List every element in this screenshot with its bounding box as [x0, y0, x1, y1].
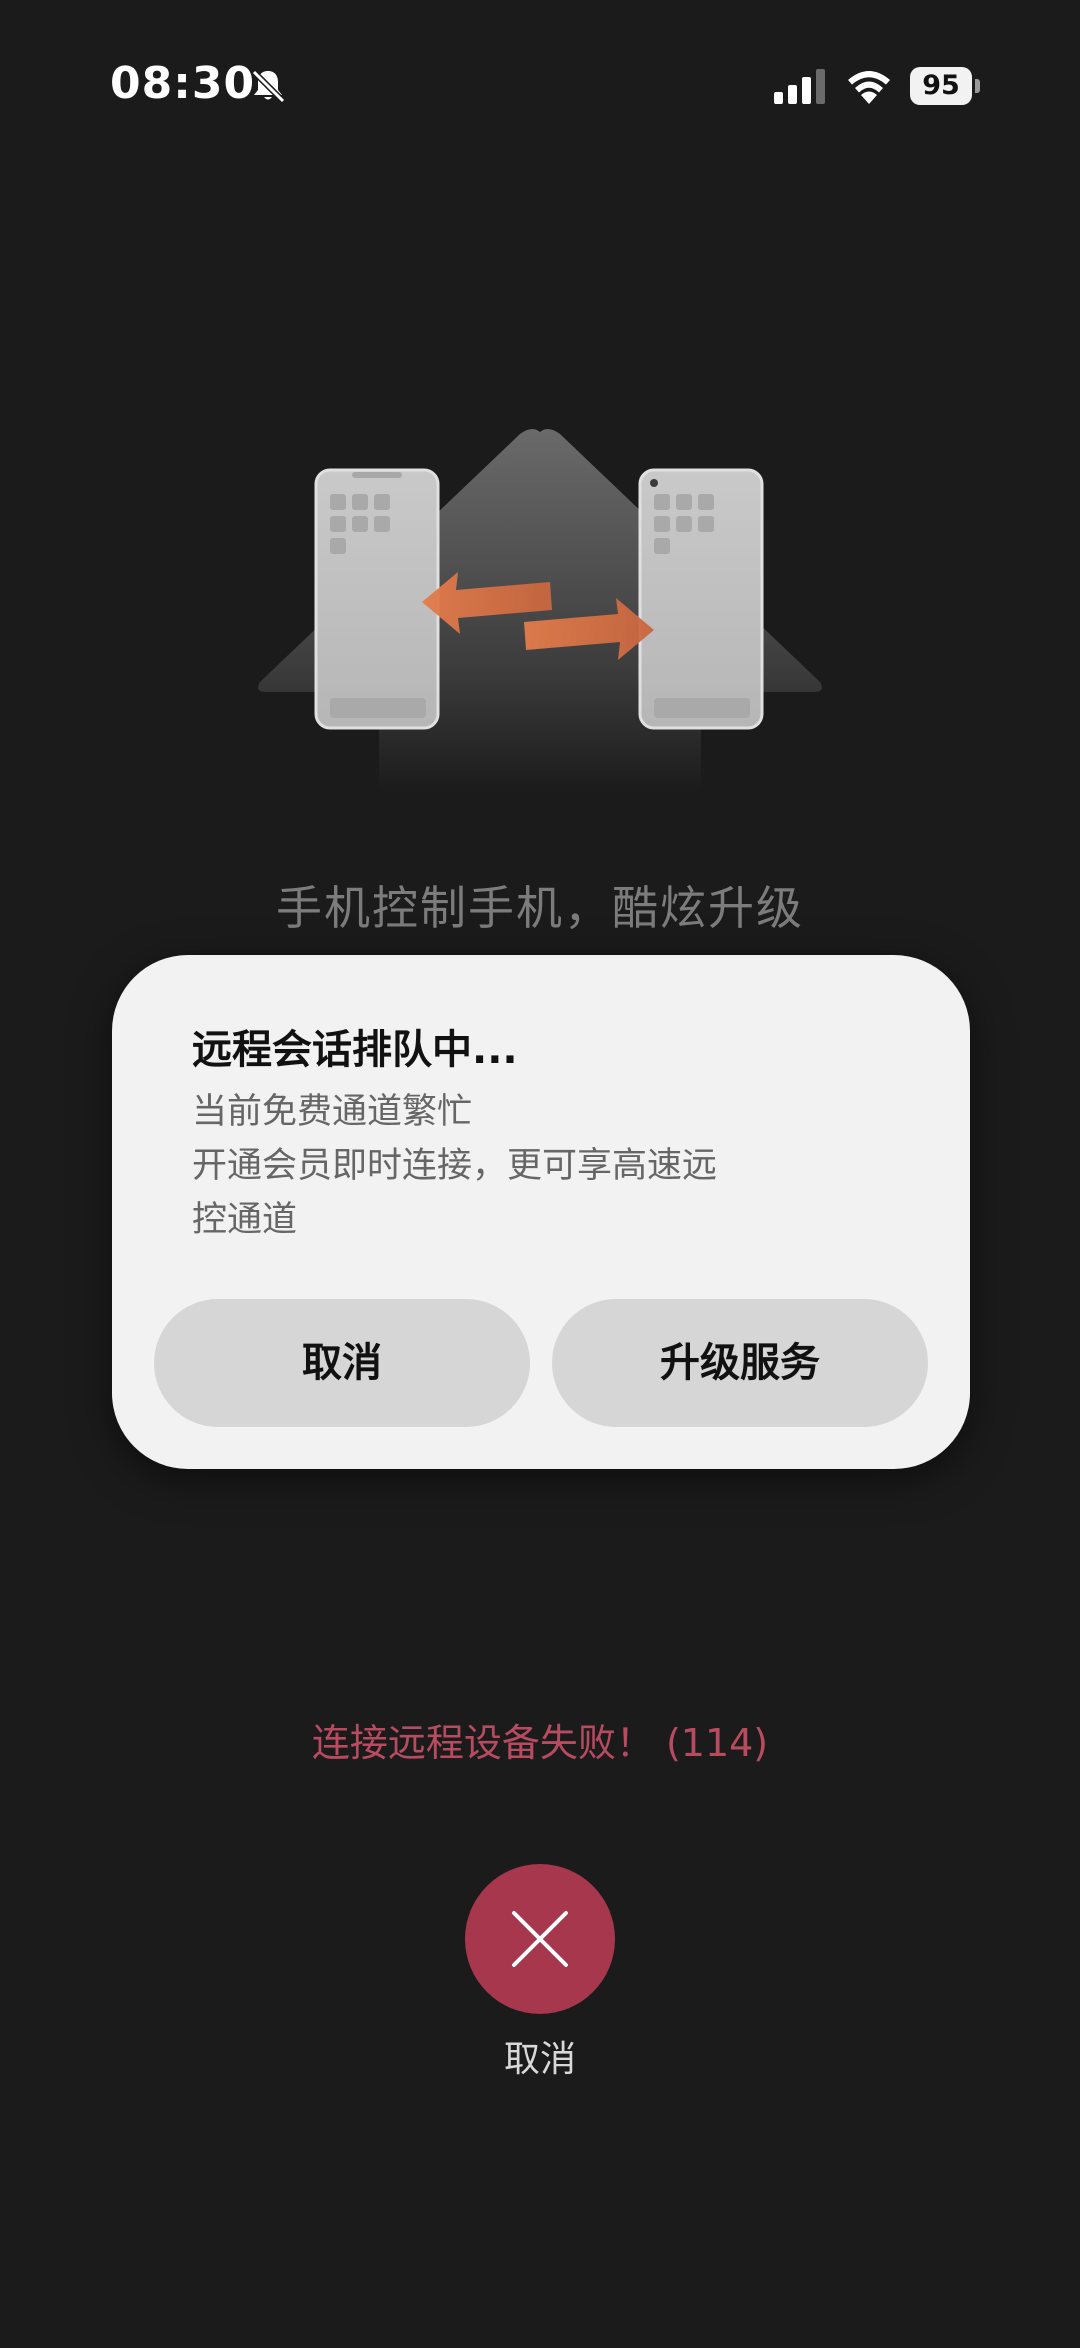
- remote-control-screen: 08:30 95 手机控制手机，酷炫升级 远程会话排队中... 当前免费通道繁忙…: [0, 0, 1080, 2348]
- cellular-signal-icon: [774, 69, 825, 104]
- queue-dialog: 远程会话排队中... 当前免费通道繁忙 开通会员即时连接，更可享高速远 控通道 …: [112, 955, 970, 1469]
- status-bar: 08:30 95: [0, 0, 1080, 180]
- battery-icon: 95: [910, 67, 980, 105]
- dialog-title: 远程会话排队中...: [192, 1027, 518, 1073]
- status-time: 08:30: [110, 58, 256, 109]
- cancel-connection-button[interactable]: [465, 1864, 615, 2014]
- wifi-icon: [848, 71, 890, 104]
- upgrade-service-button[interactable]: 升级服务: [552, 1299, 928, 1427]
- battery-cap: [975, 79, 980, 93]
- dialog-message-line: 控通道: [192, 1200, 298, 1240]
- dialog-message: 当前免费通道繁忙 开通会员即时连接，更可享高速远 控通道: [192, 1085, 832, 1247]
- dialog-message-line: 当前免费通道繁忙: [192, 1092, 473, 1132]
- right-phone: [638, 468, 764, 730]
- hero-title: 手机控制手机，酷炫升级: [276, 881, 804, 935]
- bell-slash-icon: [251, 69, 286, 104]
- left-phone: [314, 468, 440, 730]
- close-icon: [512, 1911, 568, 1967]
- dialog-cancel-button[interactable]: 取消: [154, 1299, 530, 1427]
- phone-to-phone-illustration: [258, 428, 822, 792]
- dialog-message-line: 开通会员即时连接，更可享高速远: [192, 1146, 718, 1186]
- connection-error-message: 连接远程设备失败！ (114): [311, 1721, 769, 1765]
- battery-level: 95: [922, 70, 960, 101]
- cancel-connection-label: 取消: [503, 2039, 576, 2080]
